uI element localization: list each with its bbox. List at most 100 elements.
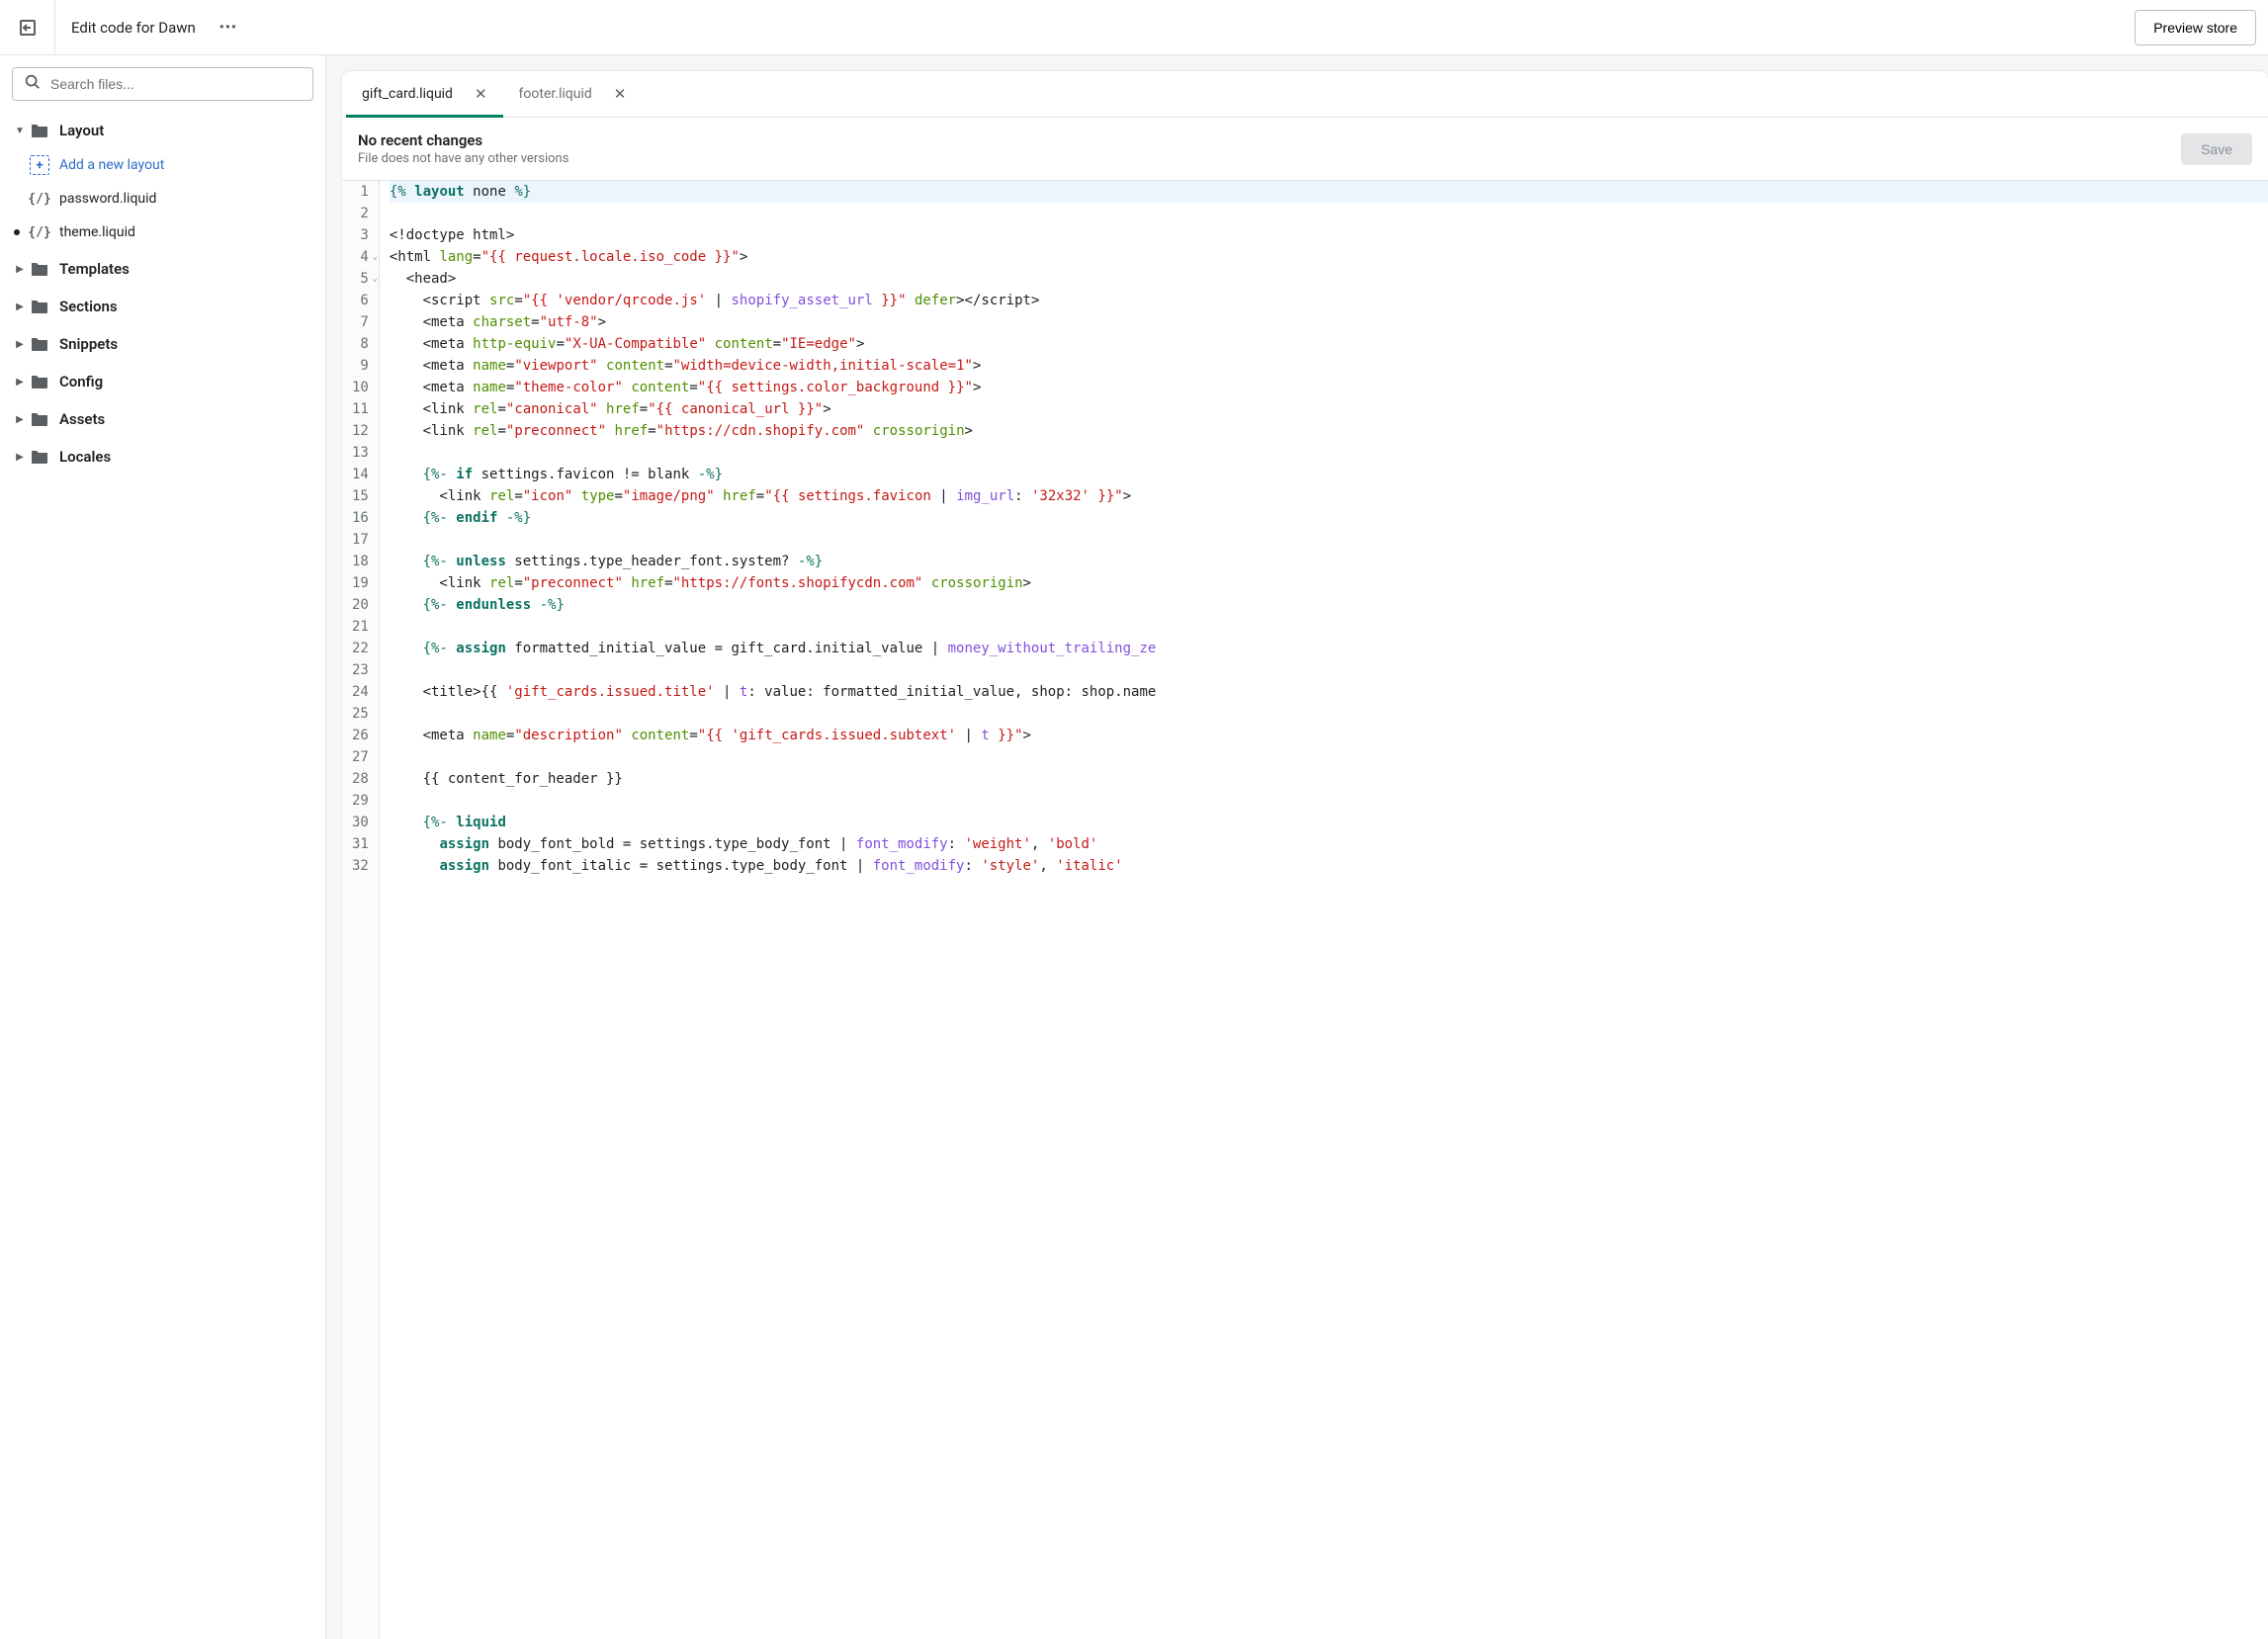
- line-number: 23: [352, 659, 369, 681]
- chevron-right-icon: ▶: [14, 302, 26, 312]
- folder-label: Sections: [59, 298, 118, 315]
- folder-locales[interactable]: ▶ Locales: [8, 439, 317, 474]
- close-icon[interactable]: ✕: [475, 85, 487, 103]
- line-number: 20: [352, 594, 369, 616]
- code-line[interactable]: <meta charset="utf-8">: [390, 311, 2268, 333]
- folder-icon: [30, 121, 49, 140]
- line-number: 27: [352, 746, 369, 768]
- line-number: 24: [352, 681, 369, 703]
- code-line[interactable]: <meta name="viewport" content="width=dev…: [390, 355, 2268, 377]
- code-line[interactable]: <script src="{{ 'vendor/qrcode.js' | sho…: [390, 290, 2268, 311]
- status-subtitle: File does not have any other versions: [358, 151, 568, 166]
- code-line[interactable]: <!doctype html>: [390, 224, 2268, 246]
- folder-templates[interactable]: ▶ Templates: [8, 251, 317, 287]
- folder-icon: [30, 259, 49, 279]
- file-label: theme.liquid: [59, 224, 135, 240]
- more-button[interactable]: •••: [212, 16, 245, 40]
- code-line[interactable]: <title>{{ 'gift_cards.issued.title' | t:…: [390, 681, 2268, 703]
- code-line[interactable]: <link rel="canonical" href="{{ canonical…: [390, 398, 2268, 420]
- code-line[interactable]: {%- endif -%}: [390, 507, 2268, 529]
- line-number: 22: [352, 638, 369, 659]
- file-password-liquid[interactable]: {/} password.liquid: [8, 182, 317, 216]
- code-line[interactable]: <head>: [390, 268, 2268, 290]
- folder-icon: [30, 409, 49, 429]
- code-line[interactable]: <html lang="{{ request.locale.iso_code }…: [390, 246, 2268, 268]
- code-line[interactable]: {{ content_for_header }}: [390, 768, 2268, 790]
- line-number: 30: [352, 812, 369, 833]
- folder-snippets[interactable]: ▶ Snippets: [8, 326, 317, 362]
- tab-gift-card[interactable]: gift_card.liquid ✕: [346, 71, 503, 117]
- code-line[interactable]: [390, 203, 2268, 224]
- line-number: 11: [352, 398, 369, 420]
- line-number: 19: [352, 572, 369, 594]
- chevron-right-icon: ▶: [14, 339, 26, 350]
- line-number: 31: [352, 833, 369, 855]
- file-status-bar: No recent changes File does not have any…: [342, 118, 2268, 181]
- line-number: 4⌄: [352, 246, 369, 268]
- exit-button[interactable]: [0, 0, 55, 55]
- code-line[interactable]: [390, 703, 2268, 725]
- line-number: 5⌄: [352, 268, 369, 290]
- topbar: Edit code for Dawn ••• Preview store: [0, 0, 2268, 55]
- code-line[interactable]: [390, 659, 2268, 681]
- folder-label: Layout: [59, 122, 104, 139]
- line-number: 13: [352, 442, 369, 464]
- file-sidebar: ▼ Layout + Add a new layout {/} password…: [0, 55, 326, 1639]
- line-number: 17: [352, 529, 369, 551]
- folder-label: Locales: [59, 448, 111, 466]
- code-line[interactable]: [390, 746, 2268, 768]
- line-number: 21: [352, 616, 369, 638]
- code-editor[interactable]: 1234⌄5⌄678910111213141516171819202122232…: [342, 181, 2268, 1639]
- status-title: No recent changes: [358, 131, 568, 149]
- code-line[interactable]: <meta name="theme-color" content="{{ set…: [390, 377, 2268, 398]
- folder-icon: [30, 334, 49, 354]
- chevron-right-icon: ▶: [14, 377, 26, 388]
- save-button[interactable]: Save: [2181, 133, 2252, 165]
- code-line[interactable]: assign body_font_italic = settings.type_…: [390, 855, 2268, 877]
- code-line[interactable]: {%- if settings.favicon != blank -%}: [390, 464, 2268, 485]
- line-number: 29: [352, 790, 369, 812]
- chevron-right-icon: ▶: [14, 414, 26, 425]
- code-line[interactable]: <link rel="preconnect" href="https://cdn…: [390, 420, 2268, 442]
- code-line[interactable]: <meta http-equiv="X-UA-Compatible" conte…: [390, 333, 2268, 355]
- add-layout-label: Add a new layout: [59, 157, 164, 173]
- preview-store-button[interactable]: Preview store: [2135, 10, 2256, 45]
- fold-icon[interactable]: ⌄: [372, 246, 377, 268]
- editor-tabs: gift_card.liquid ✕ footer.liquid ✕: [342, 71, 2268, 118]
- code-line[interactable]: {%- assign formatted_initial_value = gif…: [390, 638, 2268, 659]
- line-number: 9: [352, 355, 369, 377]
- line-number: 3: [352, 224, 369, 246]
- code-line[interactable]: {%- liquid: [390, 812, 2268, 833]
- line-number: 28: [352, 768, 369, 790]
- folder-layout[interactable]: ▼ Layout: [8, 113, 317, 148]
- tab-footer[interactable]: footer.liquid ✕: [503, 71, 643, 117]
- line-number: 12: [352, 420, 369, 442]
- fold-icon[interactable]: ⌄: [372, 268, 377, 290]
- folder-sections[interactable]: ▶ Sections: [8, 289, 317, 324]
- code-line[interactable]: <link rel="preconnect" href="https://fon…: [390, 572, 2268, 594]
- search-input[interactable]: [12, 67, 313, 101]
- folder-label: Snippets: [59, 335, 118, 353]
- line-number: 26: [352, 725, 369, 746]
- folder-config[interactable]: ▶ Config: [8, 364, 317, 399]
- code-line[interactable]: {%- unless settings.type_header_font.sys…: [390, 551, 2268, 572]
- search-icon: [24, 73, 42, 95]
- code-line[interactable]: [390, 616, 2268, 638]
- file-label: password.liquid: [59, 191, 156, 207]
- code-line[interactable]: [390, 442, 2268, 464]
- file-theme-liquid[interactable]: {/} theme.liquid: [8, 216, 317, 249]
- line-number: 18: [352, 551, 369, 572]
- code-line[interactable]: <meta name="description" content="{{ 'gi…: [390, 725, 2268, 746]
- folder-assets[interactable]: ▶ Assets: [8, 401, 317, 437]
- code-line[interactable]: [390, 790, 2268, 812]
- code-line[interactable]: {%- endunless -%}: [390, 594, 2268, 616]
- code-line[interactable]: assign body_font_bold = settings.type_bo…: [390, 833, 2268, 855]
- close-icon[interactable]: ✕: [614, 85, 627, 103]
- folder-icon: [30, 447, 49, 467]
- add-new-layout[interactable]: + Add a new layout: [8, 148, 317, 182]
- tab-label: gift_card.liquid: [362, 86, 453, 102]
- code-line[interactable]: {% layout none %}: [390, 181, 2268, 203]
- folder-label: Config: [59, 373, 103, 390]
- code-line[interactable]: [390, 529, 2268, 551]
- code-line[interactable]: <link rel="icon" type="image/png" href="…: [390, 485, 2268, 507]
